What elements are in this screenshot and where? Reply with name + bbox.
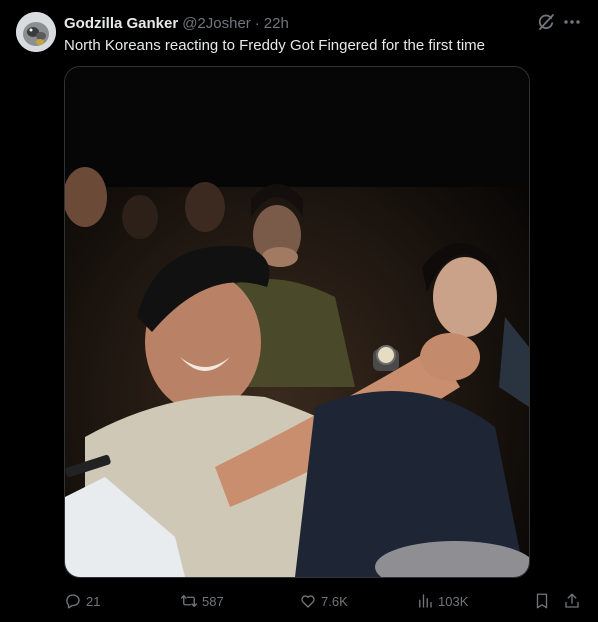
- author-handle[interactable]: @2Josher: [182, 15, 251, 32]
- separator-dot: ·: [254, 14, 260, 32]
- reply-icon: [66, 594, 80, 609]
- reply-button[interactable]: 21: [64, 590, 100, 612]
- views-count: 103K: [438, 593, 469, 609]
- retweet-count: 587: [202, 593, 224, 609]
- like-count: 7.6K: [321, 593, 348, 609]
- tweet-text: North Koreans reacting to Freddy Got Fin…: [64, 37, 486, 54]
- bookmark-icon: [536, 593, 548, 609]
- retweet-icon: [180, 595, 198, 607]
- tweet[interactable]: Godzilla Ganker @2Josher · 22h North Kor…: [0, 0, 598, 622]
- grok-icon[interactable]: [536, 12, 556, 32]
- share-icon: [565, 593, 579, 608]
- avatar[interactable]: [16, 12, 56, 52]
- retweet-button[interactable]: 587: [180, 590, 224, 612]
- views-button[interactable]: 103K: [416, 590, 468, 612]
- share-button[interactable]: [563, 590, 581, 612]
- timestamp[interactable]: 22h: [264, 15, 289, 32]
- action-bar: 21 587 7.6K 103K: [64, 590, 588, 612]
- reply-count: 21: [86, 593, 101, 609]
- author-display-name[interactable]: Godzilla Ganker: [64, 15, 178, 32]
- tweet-photo[interactable]: [64, 66, 530, 578]
- bookmark-button[interactable]: [533, 590, 551, 612]
- like-button[interactable]: 7.6K: [299, 590, 348, 612]
- views-icon: [419, 594, 432, 608]
- more-icon[interactable]: [562, 12, 582, 32]
- heart-icon: [301, 595, 315, 608]
- tweet-header: Godzilla Ganker @2Josher · 22h: [64, 13, 289, 33]
